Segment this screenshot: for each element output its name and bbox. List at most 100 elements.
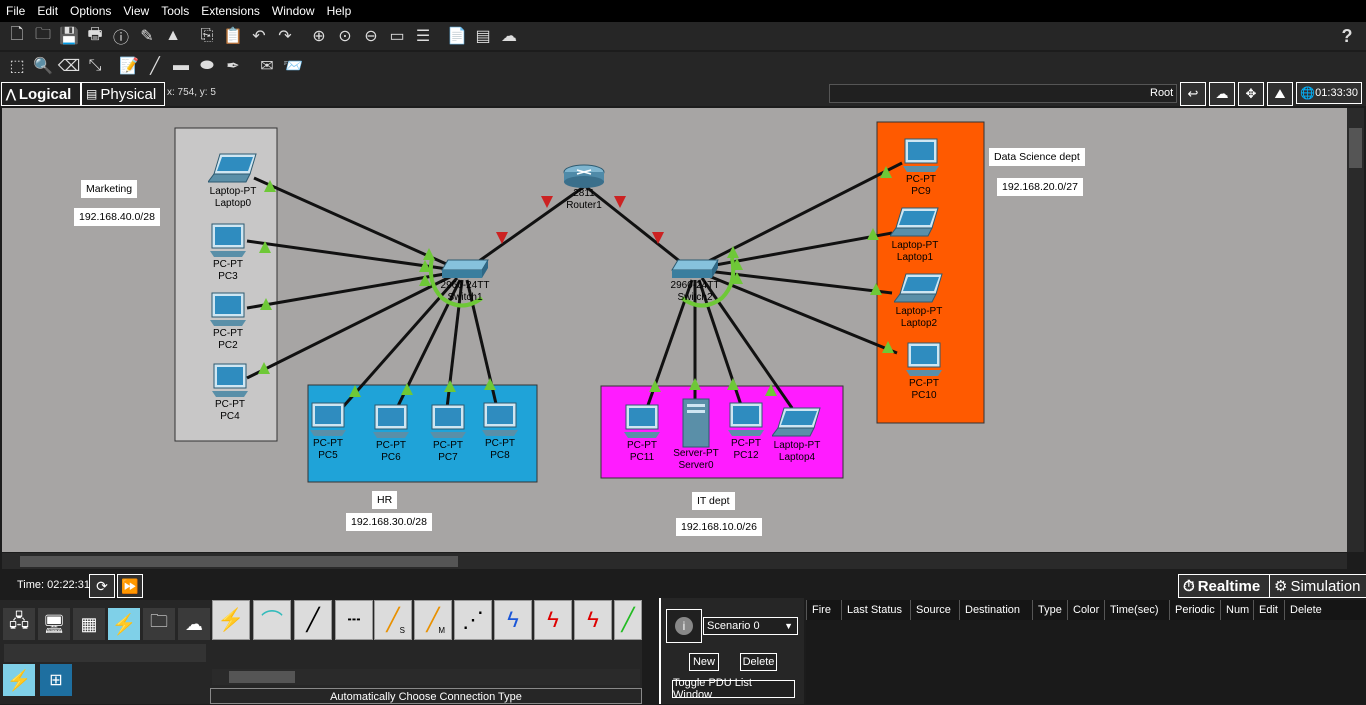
laptop2[interactable]: Laptop-PT Laptop2 — [884, 272, 954, 330]
auto-connection-button[interactable]: ⚡ — [212, 600, 250, 640]
components-category[interactable]: ▦ — [73, 608, 105, 640]
menu-file[interactable]: File — [0, 4, 31, 18]
drawing-palette-icon[interactable]: ▭ — [386, 25, 408, 47]
undo-icon[interactable]: ↶ — [248, 25, 270, 47]
custom-device-icon[interactable]: ▲ — [162, 25, 184, 47]
ds-label[interactable]: Data Science dept — [989, 148, 1085, 166]
simulation-mode-button[interactable]: ⚙ Simulation — [1269, 574, 1366, 598]
back-button[interactable]: ↩ — [1180, 82, 1206, 106]
column-last-status[interactable]: Last Status — [841, 600, 910, 620]
scenario-info-button[interactable]: i — [666, 609, 702, 643]
marketing-network-label[interactable]: 192.168.40.0/28 — [74, 208, 160, 226]
copper-straight-button[interactable]: ╱ — [294, 600, 332, 640]
serial-mm-button[interactable]: ╱ M — [414, 600, 452, 640]
column-num[interactable]: Num — [1220, 600, 1253, 620]
draw-line-icon[interactable]: ╱ — [144, 55, 166, 77]
console-connection-button[interactable]: ⌒ — [253, 600, 291, 640]
save-icon[interactable]: 💾 — [58, 25, 80, 47]
cloud-image-icon[interactable]: ☁ — [498, 25, 520, 47]
zoom-reset-icon[interactable]: ⊙ — [334, 25, 356, 47]
column-time[interactable]: Time(sec) — [1104, 600, 1169, 620]
connections-subcategory[interactable]: ⚡ — [3, 664, 35, 696]
workspace-vertical-scrollbar[interactable] — [1347, 108, 1364, 552]
hr-label[interactable]: HR — [372, 491, 398, 509]
place-note-icon[interactable]: 📝 — [118, 55, 140, 77]
delete-icon[interactable]: ⌫ — [58, 55, 81, 77]
octal-connection-button[interactable]: ╱ — [614, 600, 642, 640]
info-icon[interactable]: ⓘ — [110, 25, 132, 47]
router1[interactable]: 2811 Router1 — [549, 160, 619, 212]
menu-extensions[interactable]: Extensions — [195, 4, 266, 18]
pc10[interactable]: PC-PT PC10 — [889, 342, 959, 402]
pc5[interactable]: PC-PT PC5 — [293, 402, 363, 462]
pc8[interactable]: PC-PT PC8 — [465, 402, 535, 462]
paste-icon[interactable]: 📋 — [222, 25, 244, 47]
network-devices-category[interactable]: 🖧 — [3, 608, 35, 640]
laptop0[interactable]: Laptop-PT Laptop0 — [198, 152, 268, 210]
new-file-icon[interactable]: 🗋 — [6, 25, 28, 47]
power-cycle-button[interactable]: ⟳ — [89, 574, 115, 598]
add-complex-pdu-icon[interactable]: 📨 — [282, 55, 304, 77]
redo-icon[interactable]: ↷ — [274, 25, 296, 47]
vertical-scroll-thumb[interactable] — [1349, 128, 1362, 168]
logical-tab[interactable]: ⋀ Logical — [1, 82, 81, 106]
toggle-pdu-list-button[interactable]: Toggle PDU List Window — [672, 677, 795, 701]
freeform-icon[interactable]: ✒ — [222, 55, 244, 77]
pc2[interactable]: PC-PT PC2 — [193, 292, 263, 352]
connection-scroll-thumb[interactable] — [229, 671, 295, 683]
ds-network-label[interactable]: 192.168.20.0/27 — [997, 178, 1083, 196]
menu-edit[interactable]: Edit — [31, 4, 64, 18]
set-background-button[interactable]: ⛰ — [1267, 82, 1293, 106]
realtime-mode-button[interactable]: ⏱ Realtime — [1178, 574, 1274, 598]
inspect-icon[interactable]: 🔍 — [32, 55, 54, 77]
open-folder-icon[interactable]: 🗀 — [32, 25, 54, 47]
scenario-select[interactable]: Scenario 0 ▼ — [703, 617, 798, 635]
zoom-in-icon[interactable]: ⊕ — [308, 25, 330, 47]
laptop1[interactable]: Laptop-PT Laptop1 — [880, 206, 950, 264]
pc9[interactable]: PC-PT PC9 — [886, 138, 956, 198]
pc3[interactable]: PC-PT PC3 — [193, 223, 263, 283]
select-icon[interactable]: ⬚ — [6, 55, 28, 77]
print-icon[interactable]: 🖶 — [84, 25, 106, 47]
pc4[interactable]: PC-PT PC4 — [195, 363, 265, 423]
navigation-path-bar[interactable] — [829, 84, 1177, 103]
horizontal-scroll-thumb[interactable] — [20, 556, 458, 567]
column-delete[interactable]: Delete — [1284, 600, 1355, 620]
menu-options[interactable]: Options — [64, 4, 117, 18]
move-object-button[interactable]: ✥ — [1238, 82, 1264, 106]
fast-forward-button[interactable]: ⏩ — [117, 574, 143, 598]
custom-devices-dialog-icon[interactable]: ☰ — [412, 25, 434, 47]
logical-workspace[interactable]: Marketing 192.168.40.0/28 HR 192.168.30.… — [2, 108, 1347, 552]
add-simple-pdu-icon[interactable]: ✉ — [256, 55, 278, 77]
draw-rectangle-icon[interactable]: ▬ — [170, 55, 192, 77]
menu-window[interactable]: Window — [266, 4, 321, 18]
physical-tab[interactable]: ▤ Physical — [81, 82, 165, 106]
it-label[interactable]: IT dept — [692, 492, 735, 510]
activity-wizard-icon[interactable]: ✎ — [136, 25, 158, 47]
menu-help[interactable]: Help — [321, 4, 358, 18]
column-periodic[interactable]: Periodic — [1169, 600, 1220, 620]
marketing-label[interactable]: Marketing — [81, 180, 138, 198]
menu-view[interactable]: View — [117, 4, 155, 18]
device-list-icon[interactable]: ▤ — [472, 25, 494, 47]
new-scenario-button[interactable]: New — [689, 653, 719, 671]
multiuser-category[interactable]: ☁ — [178, 608, 210, 640]
column-color[interactable]: Color — [1067, 600, 1104, 620]
grid-subcategory[interactable]: ⊞ — [40, 664, 72, 696]
viewport-clock[interactable]: 🌐 01:33:30 — [1296, 82, 1362, 104]
serial-dte-button[interactable]: ϟ — [574, 600, 612, 640]
hr-network-label[interactable]: 192.168.30.0/28 — [346, 513, 432, 531]
zoom-out-icon[interactable]: ⊖ — [360, 25, 382, 47]
miscellaneous-category[interactable]: 🗀 — [143, 608, 175, 640]
copper-cross-button[interactable]: ┄ — [335, 600, 373, 640]
phone-connection-button[interactable]: ⋰ — [454, 600, 492, 640]
column-source[interactable]: Source — [910, 600, 959, 620]
end-devices-category[interactable]: 🖥 — [38, 608, 70, 640]
connections-category[interactable]: ⚡ — [108, 608, 140, 640]
switch1[interactable]: 2960-24TT Switch1 — [430, 258, 500, 304]
help-icon[interactable]: ? — [1336, 25, 1358, 47]
menu-tools[interactable]: Tools — [155, 4, 195, 18]
notes-icon[interactable]: 📄 — [446, 25, 468, 47]
laptop4[interactable]: Laptop-PT Laptop4 — [762, 406, 832, 464]
resize-icon[interactable]: ⤡ — [84, 55, 106, 77]
